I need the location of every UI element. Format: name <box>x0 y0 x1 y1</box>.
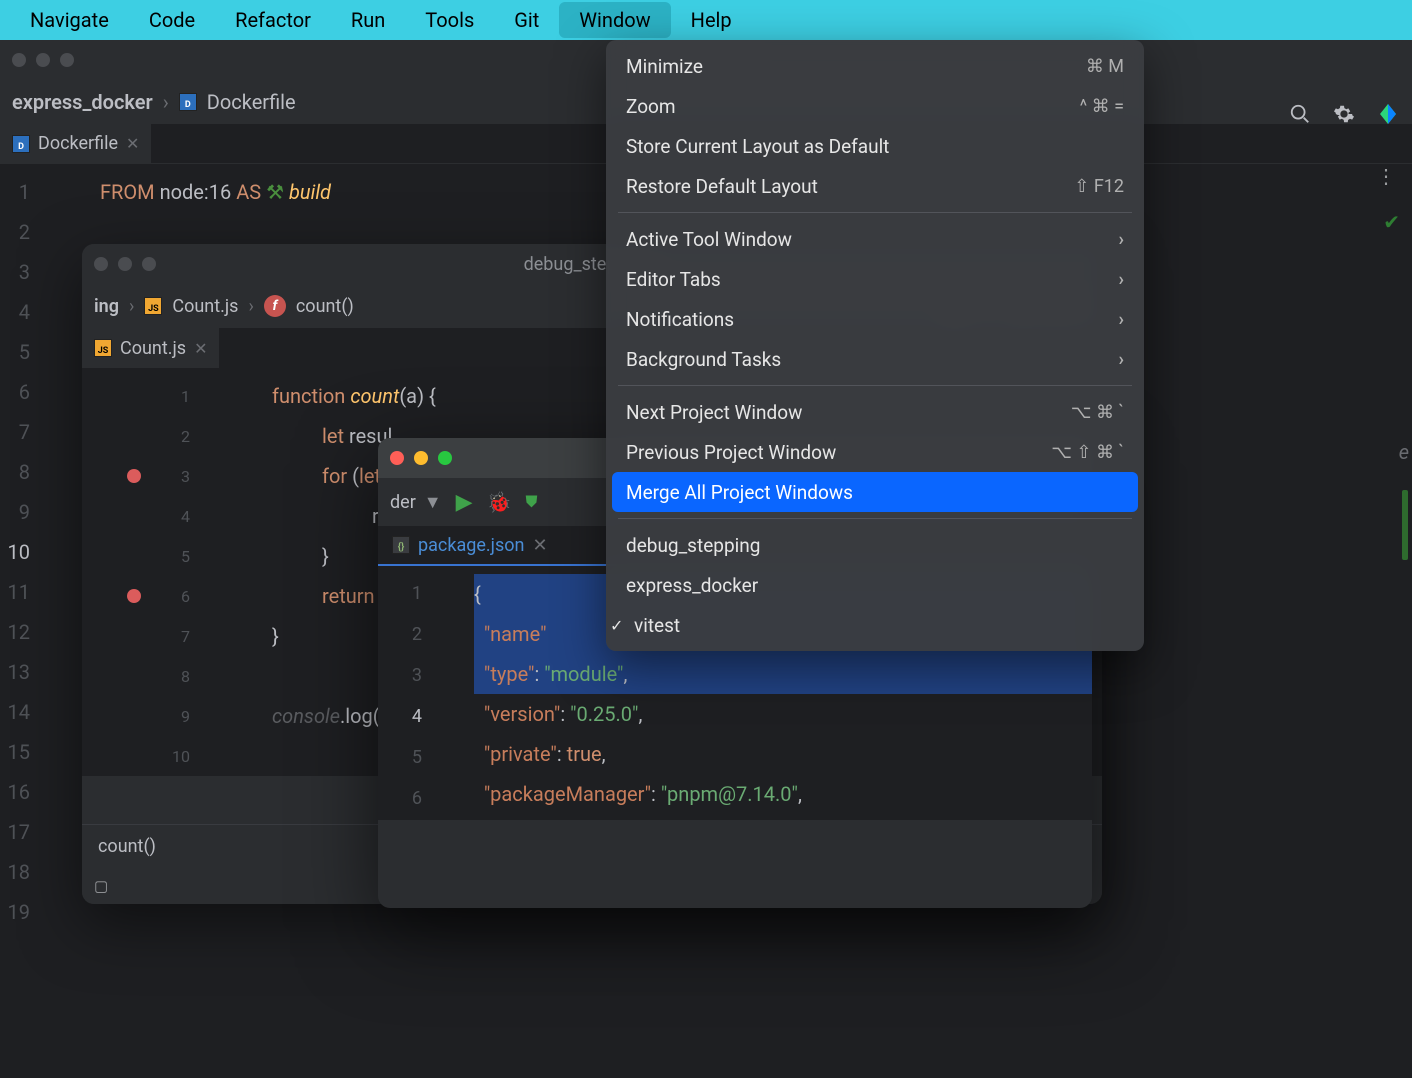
menu-item-label: Active Tool Window <box>626 228 792 251</box>
more-icon[interactable]: ⋮ <box>1376 164 1396 188</box>
menu-item-store-current-layout-as-default[interactable]: Store Current Layout as Default <box>606 126 1144 166</box>
menu-item-debug-stepping[interactable]: debug_stepping <box>606 525 1144 565</box>
traffic-lights[interactable] <box>94 257 156 271</box>
breakpoint-icon[interactable] <box>127 469 141 483</box>
menu-item-background-tasks[interactable]: Background Tasks › <box>606 339 1144 379</box>
window-menu-popup: Minimize ⌘ M Zoom ^ ⌘ = Store Current Layout… <box>606 40 1144 651</box>
close-icon[interactable]: ✕ <box>532 535 547 556</box>
menu-help[interactable]: Help <box>671 2 752 38</box>
chevron-down-icon: ▼ <box>424 492 442 513</box>
menu-item-editor-tabs[interactable]: Editor Tabs › <box>606 259 1144 299</box>
menu-item-minimize[interactable]: Minimize ⌘ M <box>606 46 1144 86</box>
menu-item-label: Notifications <box>626 308 734 331</box>
gear-icon[interactable] <box>1330 100 1358 128</box>
menu-separator <box>618 212 1132 213</box>
menu-run[interactable]: Run <box>331 2 405 38</box>
toolbar-right <box>1286 100 1402 128</box>
menu-separator <box>618 385 1132 386</box>
coverage-icon[interactable]: ⛊ <box>525 492 537 512</box>
menu-item-active-tool-window[interactable]: Active Tool Window › <box>606 219 1144 259</box>
run-config-selector[interactable]: der▼ <box>390 492 442 513</box>
menu-item-label: Restore Default Layout <box>626 175 818 198</box>
menu-git[interactable]: Git <box>494 2 559 38</box>
chevron-right-icon: › <box>163 90 169 114</box>
menu-item-label: Merge All Project Windows <box>626 481 853 504</box>
docker-file-icon <box>12 135 30 153</box>
menu-item-label: Previous Project Window <box>626 441 836 464</box>
inlay-hint: e copied <box>1399 440 1412 464</box>
debug-icon[interactable]: 🐞 <box>487 490 512 514</box>
tab-dockerfile[interactable]: Dockerfile ✕ <box>0 124 152 163</box>
crumb-project[interactable]: express_docker <box>12 90 153 114</box>
menu-item-label: Minimize <box>626 55 703 78</box>
menu-item-express-docker[interactable]: express_docker <box>606 565 1144 605</box>
menu-item-label: Editor Tabs <box>626 268 721 291</box>
chevron-right-icon: › <box>1119 349 1124 370</box>
shortcut-label: ⌘ M <box>1086 56 1124 77</box>
chevron-right-icon: › <box>1119 229 1124 250</box>
menu-navigate[interactable]: Navigate <box>10 2 129 38</box>
crumb-file[interactable]: Dockerfile <box>207 90 296 114</box>
menu-item-label: express_docker <box>626 574 758 597</box>
menu-tools[interactable]: Tools <box>405 2 494 38</box>
code-with-me-icon[interactable] <box>1374 100 1402 128</box>
shortcut-label: ⌥ ⌘ ` <box>1071 402 1124 423</box>
menu-item-notifications[interactable]: Notifications › <box>606 299 1144 339</box>
menu-item-vitest[interactable]: ✓ vitest <box>606 605 1144 645</box>
menu-item-zoom[interactable]: Zoom ^ ⌘ = <box>606 86 1144 126</box>
breakpoint-icon[interactable] <box>127 589 141 603</box>
menu-refactor[interactable]: Refactor <box>215 2 331 38</box>
hammer-icon: ⚒ <box>266 180 284 204</box>
menu-item-label: Store Current Layout as Default <box>626 135 889 158</box>
search-icon[interactable] <box>1286 100 1314 128</box>
json-file-icon <box>392 536 410 554</box>
menu-item-merge-all-project-windows[interactable]: Merge All Project Windows <box>612 472 1138 512</box>
run-icon[interactable]: ▶ <box>456 490 473 515</box>
menu-item-label: debug_stepping <box>626 534 760 557</box>
line-gutter: 12345678910111213141516171819 <box>0 164 40 940</box>
docker-file-icon <box>179 93 197 111</box>
menu-item-restore-default-layout[interactable]: Restore Default Layout ⇧ F12 <box>606 166 1144 206</box>
js-file-icon <box>94 339 112 357</box>
crumb-file[interactable]: Count.js <box>172 296 238 317</box>
menu-code[interactable]: Code <box>129 2 215 38</box>
menu-item-previous-project-window[interactable]: Previous Project Window ⌥ ⇧ ⌘ ` <box>606 432 1144 472</box>
chevron-right-icon: › <box>1119 309 1124 330</box>
js-file-icon <box>144 297 162 315</box>
tab-label: package.json <box>418 535 524 556</box>
menu-item-next-project-window[interactable]: Next Project Window ⌥ ⌘ ` <box>606 392 1144 432</box>
panel-toggle-icon[interactable]: ▢ <box>94 877 108 895</box>
menu-item-label: Background Tasks <box>626 348 781 371</box>
tab-package-json[interactable]: package.json ✕ <box>378 526 562 564</box>
traffic-lights[interactable] <box>12 53 74 67</box>
tab-label: Count.js <box>120 338 186 359</box>
menu-separator <box>618 518 1132 519</box>
menu-item-label: Zoom <box>626 95 676 118</box>
shortcut-label: ⇧ F12 <box>1074 176 1124 197</box>
menubar: Navigate Code Refactor Run Tools Git Win… <box>0 0 1412 40</box>
close-icon[interactable]: ✕ <box>126 134 139 153</box>
tab-label: Dockerfile <box>38 133 118 154</box>
menu-item-label: Next Project Window <box>626 401 802 424</box>
tab-countjs[interactable]: Count.js ✕ <box>82 328 220 368</box>
line-gutter: 1 2 3 4 5 6 7 8 9 10 <box>82 368 202 776</box>
checkmark-icon: ✔ <box>1383 210 1400 234</box>
traffic-lights[interactable] <box>390 451 452 465</box>
shortcut-label: ^ ⌘ = <box>1080 96 1124 117</box>
menu-item-label: vitest <box>634 614 680 637</box>
crumb-function[interactable]: count() <box>296 296 354 317</box>
menu-window[interactable]: Window <box>559 2 670 38</box>
close-icon[interactable]: ✕ <box>194 339 207 358</box>
crumb-project[interactable]: ing <box>94 296 119 317</box>
chevron-right-icon: › <box>1119 269 1124 290</box>
function-icon: f <box>264 295 286 317</box>
shortcut-label: ⌥ ⇧ ⌘ ` <box>1051 442 1124 463</box>
change-marker <box>1402 490 1408 560</box>
check-icon: ✓ <box>610 616 623 635</box>
line-gutter: 123456 <box>378 566 434 820</box>
